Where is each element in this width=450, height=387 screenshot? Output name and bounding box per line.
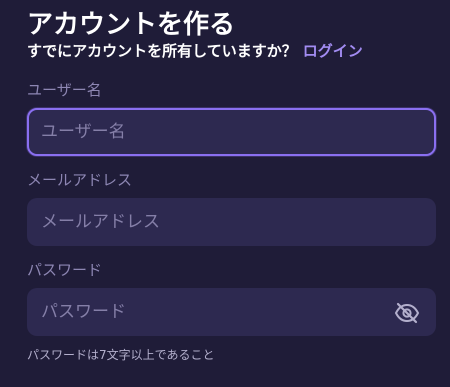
username-field[interactable] (27, 108, 436, 156)
username-input[interactable] (41, 110, 381, 154)
username-label: ユーザー名 (27, 81, 102, 99)
email-label: メールアドレス (27, 171, 133, 189)
page-title: アカウントを作る (27, 10, 236, 40)
login-link[interactable]: ログイン (303, 42, 363, 60)
password-input[interactable] (41, 290, 381, 334)
email-field[interactable] (27, 198, 436, 246)
email-input[interactable] (41, 200, 381, 244)
login-prompt: すでにアカウントを所有していますか？ ログイン (27, 40, 363, 62)
eye-off-icon[interactable] (394, 302, 420, 324)
password-hint: パスワードは7文字以上であること (27, 348, 215, 362)
login-prompt-text: すでにアカウントを所有していますか？ (27, 42, 297, 60)
password-field[interactable] (27, 288, 436, 336)
password-label: パスワード (27, 261, 103, 279)
